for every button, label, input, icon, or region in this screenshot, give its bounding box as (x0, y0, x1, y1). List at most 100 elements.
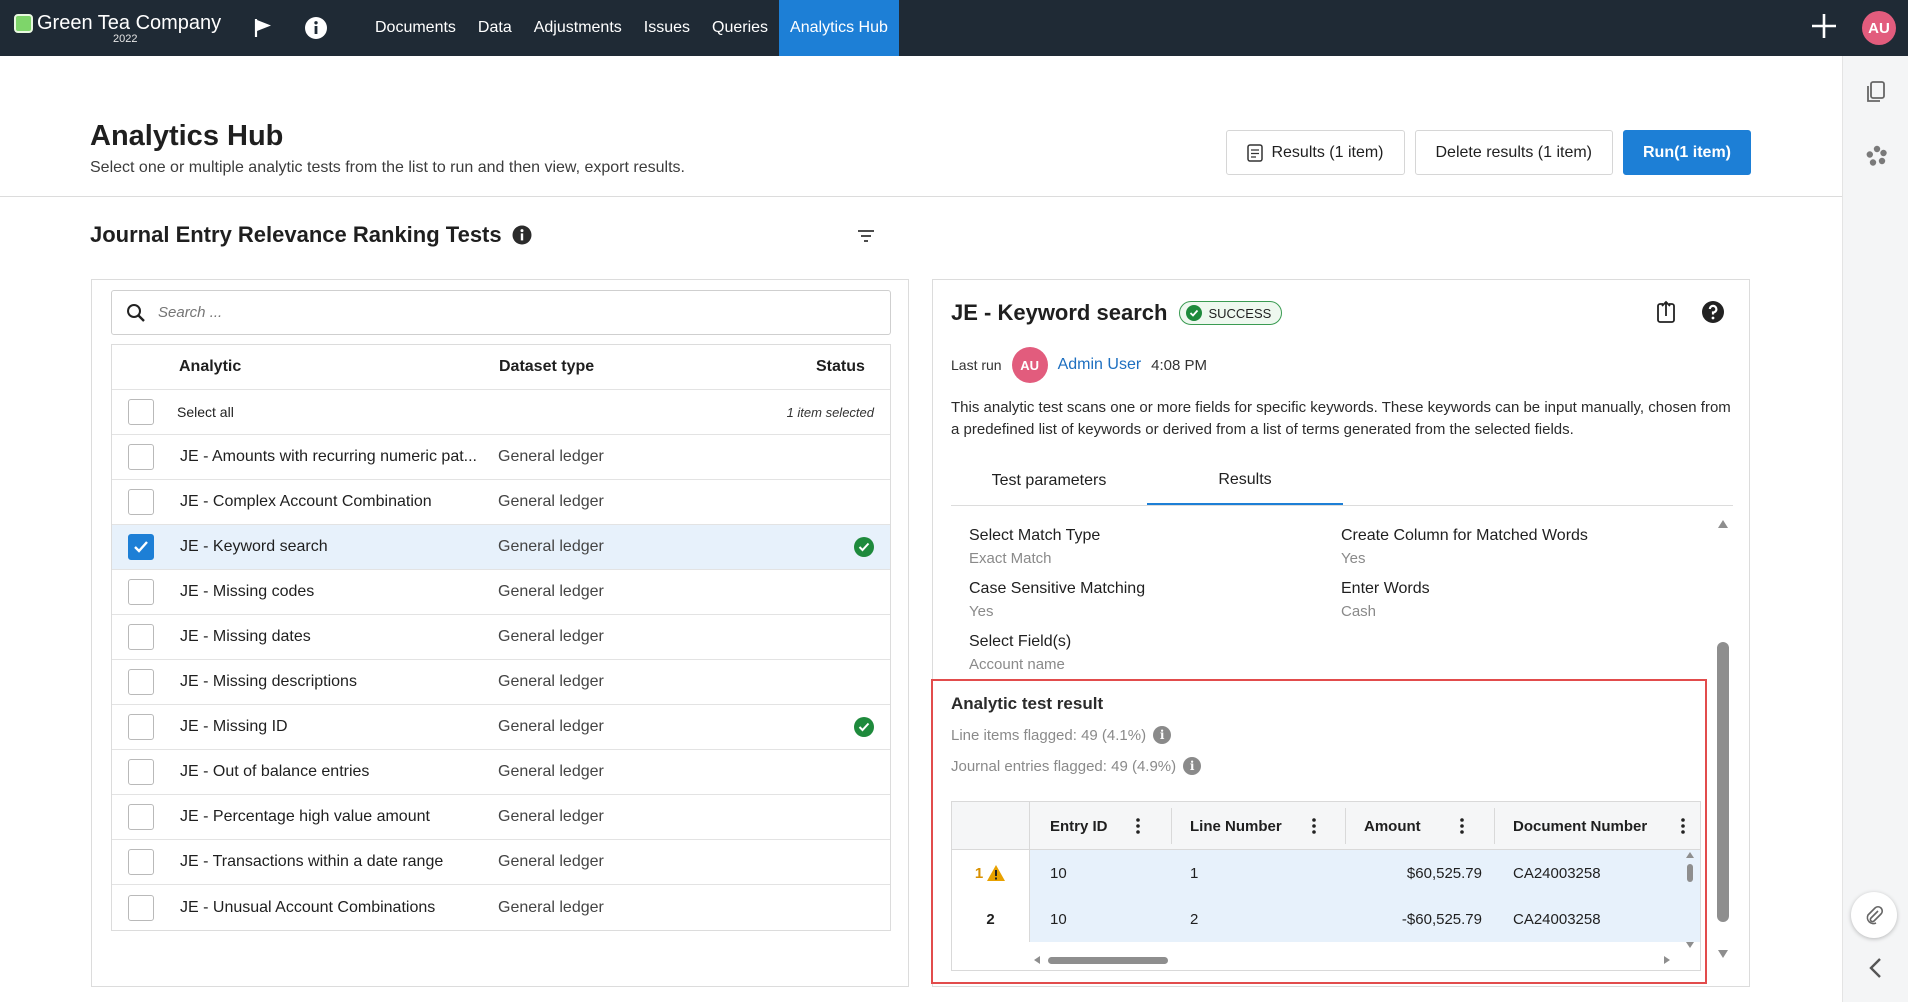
section-info-icon[interactable] (512, 225, 532, 245)
plus-icon[interactable] (1810, 12, 1838, 44)
info-icon[interactable] (304, 16, 328, 40)
row-checkbox[interactable] (128, 579, 154, 605)
table-row[interactable]: JE - Missing dates General ledger (112, 615, 890, 660)
col-dataset-type[interactable]: Dataset type (499, 358, 594, 376)
table-row[interactable]: JE - Complex Account Combination General … (112, 480, 890, 525)
scroll-down-icon[interactable] (1718, 950, 1728, 958)
header-divider (0, 196, 1842, 197)
kebab-icon[interactable] (1312, 802, 1316, 850)
nav-data[interactable]: Data (467, 0, 523, 56)
scroll-up-icon[interactable] (1718, 520, 1728, 528)
table-row[interactable]: JE - Percentage high value amount General… (112, 795, 890, 840)
analytic-name: JE - Missing codes (180, 583, 315, 600)
dataset-type: General ledger (498, 538, 604, 555)
analytic-name: JE - Percentage high value amount (180, 808, 430, 825)
line-items-info-icon[interactable]: i (1153, 726, 1172, 744)
tab-test-parameters[interactable]: Test parameters (951, 456, 1147, 505)
nav-issues[interactable]: Issues (633, 0, 701, 56)
row-checkbox[interactable] (128, 714, 154, 740)
page-title: Analytics Hub (90, 120, 284, 152)
col-status[interactable]: Status (816, 358, 865, 376)
dataset-type: General ledger (498, 448, 604, 465)
nav-adjustments[interactable]: Adjustments (523, 0, 633, 56)
row-checkbox[interactable] (128, 624, 154, 650)
row-checkbox[interactable] (128, 489, 154, 515)
nav-documents[interactable]: Documents (364, 0, 467, 56)
row-checkbox[interactable] (128, 759, 154, 785)
cell-amount: -$60,525.79 (1401, 910, 1482, 928)
kebab-icon[interactable] (1136, 802, 1140, 850)
ai-assistant-icon[interactable] (1865, 144, 1889, 172)
kebab-icon[interactable] (1681, 802, 1685, 850)
dataset-type: General ledger (498, 493, 604, 510)
success-status-icon (854, 537, 874, 557)
detail-title: JE - Keyword search (951, 300, 1168, 325)
cell-entry-id: 10 (1050, 864, 1067, 882)
delete-results-button[interactable]: Delete results (1 item) (1414, 130, 1613, 175)
table-row[interactable]: 1 10 1 $60,525.79 CA24003258 (952, 850, 1700, 896)
select-all-label: Select all (177, 404, 234, 420)
grid-horizontal-scrollbar[interactable] (1034, 952, 1674, 968)
user-avatar[interactable]: AU (1862, 11, 1896, 45)
attach-button[interactable] (1851, 892, 1897, 938)
param-create-column: Create Column for Matched Words Yes (1341, 527, 1588, 567)
param-enter-words: Enter Words Cash (1341, 580, 1430, 620)
results-button[interactable]: Results (1 item) (1226, 130, 1405, 175)
scroll-left-icon[interactable] (1034, 956, 1040, 964)
tab-results[interactable]: Results (1147, 456, 1343, 505)
last-run: Last run AU Admin User 4:08 PM (951, 347, 1207, 383)
row-checkbox[interactable] (128, 444, 154, 470)
brand[interactable]: Green Tea Company 2022 (14, 12, 224, 45)
right-rail (1842, 56, 1908, 1002)
table-row[interactable]: JE - Amounts with recurring numeric pat.… (112, 435, 890, 480)
table-row[interactable]: JE - Missing ID General ledger (112, 705, 890, 750)
selected-count: 1 item selected (786, 404, 874, 420)
select-all-checkbox[interactable] (128, 399, 154, 425)
flag-icon[interactable] (252, 17, 274, 39)
filter-icon[interactable] (857, 228, 875, 248)
param-case-sensitive: Case Sensitive Matching Yes (969, 580, 1146, 620)
result-title: Analytic test result (951, 694, 1104, 713)
run-user-link[interactable]: Admin User (1058, 356, 1142, 374)
col-amount[interactable]: Amount (1364, 802, 1421, 850)
export-icon[interactable] (1655, 300, 1677, 328)
nav-analytics-hub[interactable]: Analytics Hub (779, 0, 899, 56)
journal-entries-flagged: Journal entries flagged: 49 (4.9%) i (951, 757, 1202, 775)
table-row[interactable]: JE - Keyword search General ledger (112, 525, 890, 570)
grid-hscroll-thumb[interactable] (1048, 957, 1168, 964)
table-row[interactable]: JE - Transactions within a date range Gen… (112, 840, 890, 885)
checklist-icon (1247, 143, 1264, 162)
help-icon[interactable] (1701, 300, 1725, 328)
detail-scroll-thumb[interactable] (1717, 642, 1729, 922)
table-row[interactable]: 2 10 2 -$60,525.79 CA24003258 (952, 896, 1700, 942)
scroll-up-icon[interactable] (1686, 852, 1694, 858)
table-row[interactable]: JE - Unusual Account Combinations General… (112, 885, 890, 930)
table-row[interactable]: JE - Missing descriptions General ledger (112, 660, 890, 705)
param-select-fields: Select Field(s) Account name (969, 633, 1072, 673)
detail-scrollbar[interactable] (1711, 518, 1735, 964)
grid-vscroll-thumb[interactable] (1687, 864, 1693, 882)
table-row[interactable]: JE - Missing codes General ledger (112, 570, 890, 615)
search-input[interactable] (158, 304, 858, 321)
search-box[interactable] (111, 290, 891, 335)
grid-vertical-scrollbar[interactable] (1684, 850, 1696, 950)
journal-entries-info-icon[interactable]: i (1183, 757, 1202, 775)
col-line-number[interactable]: Line Number (1190, 802, 1282, 850)
row-checkbox[interactable] (128, 849, 154, 875)
table-row[interactable]: JE - Out of balance entries General ledge… (112, 750, 890, 795)
scroll-down-icon[interactable] (1686, 942, 1694, 948)
row-checkbox[interactable] (128, 894, 154, 921)
kebab-icon[interactable] (1460, 802, 1464, 850)
detail-tabs: Test parameters Results (951, 456, 1733, 506)
scroll-right-icon[interactable] (1664, 956, 1670, 964)
run-button[interactable]: Run(1 item) (1623, 130, 1751, 175)
row-checkbox[interactable] (128, 534, 154, 560)
col-entry-id[interactable]: Entry ID (1050, 802, 1108, 850)
col-analytic[interactable]: Analytic (179, 358, 241, 376)
chevron-left-icon[interactable] (1867, 956, 1883, 984)
nav-queries[interactable]: Queries (701, 0, 779, 56)
row-checkbox[interactable] (128, 669, 154, 695)
row-checkbox[interactable] (128, 804, 154, 830)
col-document-number[interactable]: Document Number (1513, 802, 1647, 850)
copy-icon[interactable] (1865, 80, 1887, 108)
